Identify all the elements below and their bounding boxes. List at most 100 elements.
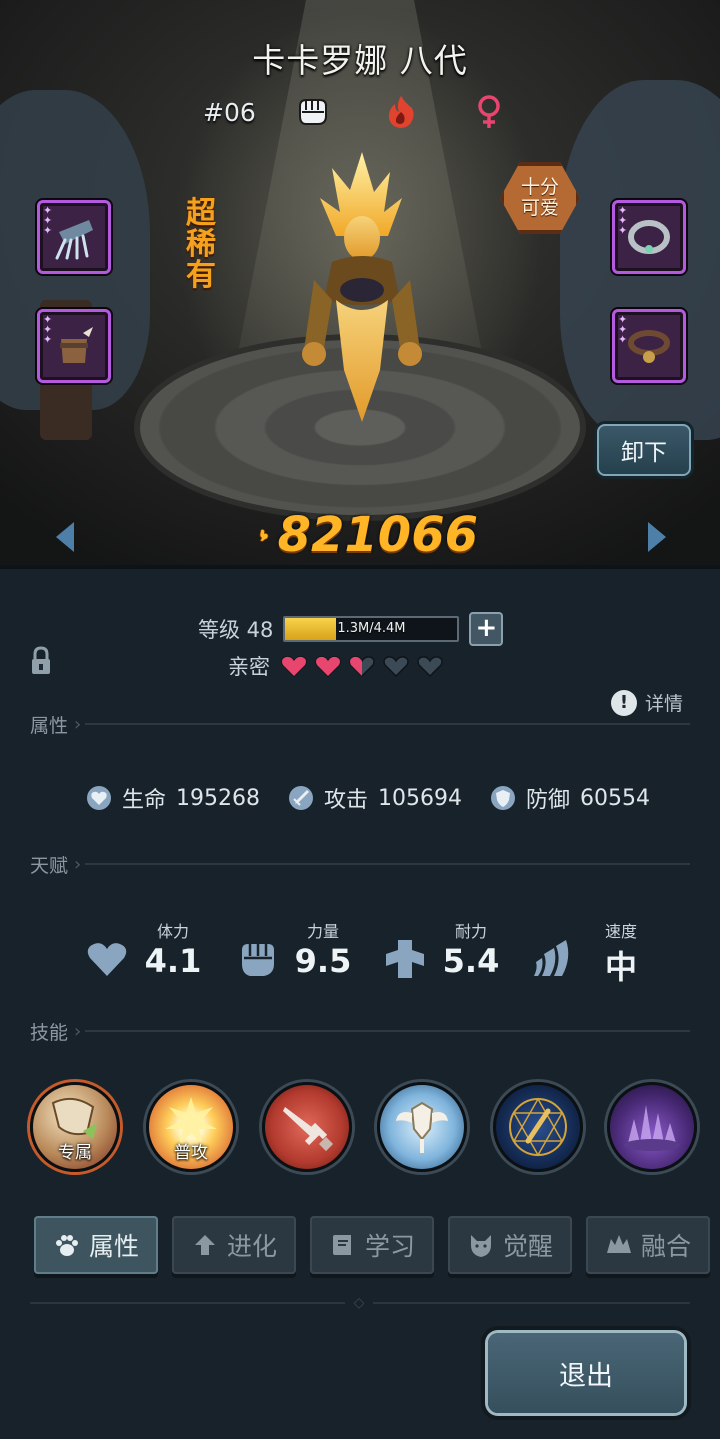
heart-half-icon [349, 656, 375, 677]
attribute-stats: 生命 195268 攻击 105694 防御 60554 [86, 780, 706, 816]
rank-stars: ✦ ✦ ✦ [43, 313, 53, 346]
unequip-button[interactable]: 卸下 [597, 424, 691, 476]
power-flex-icon [259, 528, 269, 542]
stat-value: 105694 [378, 785, 462, 811]
equip-slot-accessory[interactable]: ✦ ✦ ✦ [612, 200, 686, 274]
shadow-spikes-skill-icon [624, 1105, 680, 1151]
level-label: 等级 48 [198, 618, 274, 642]
talent-strength: 力量 9.5 [234, 916, 374, 986]
hero-name: 卡卡罗娜 八代 [252, 41, 468, 80]
next-hero-arrow-icon[interactable] [644, 520, 670, 554]
talent-label: 力量 [306, 922, 339, 941]
stat-hp: 生命 195268 [86, 782, 260, 814]
heart-icon [87, 943, 127, 976]
fire-element-icon[interactable] [381, 92, 421, 132]
fist-icon [242, 944, 274, 976]
winged-shield-skill-icon [396, 1101, 448, 1153]
heart-empty-icon [383, 656, 409, 677]
tab-label: 融合 [640, 1232, 691, 1261]
rarity-text: 超 稀 有 [186, 196, 216, 293]
divider-ornament-icon: ◇ [345, 1295, 373, 1311]
xp-bar: 1.3M/4.4M [283, 616, 460, 642]
level-up-plus-button[interactable]: + [469, 612, 504, 646]
talent-value: 4.1 [144, 942, 202, 980]
wing-icon [534, 940, 569, 976]
talent-speed: 速度 中 [532, 916, 672, 986]
hero-figure[interactable] [292, 150, 432, 430]
rank-stars: ✦ ✦ ✦ [618, 313, 628, 346]
skill-shadow-spikes[interactable] [607, 1082, 697, 1172]
section-label: 属性 [30, 714, 69, 737]
trait-badge-text: 十分 可爱 [520, 176, 559, 219]
section-divider [85, 863, 690, 865]
book-icon [332, 1235, 351, 1255]
skill-tag: 专属 [58, 1143, 92, 1163]
spiked-helmet-icon [60, 327, 93, 363]
bottom-tab-bar: 属性 进化 学习 觉醒 融合 [30, 1216, 710, 1278]
stat-value: 195268 [176, 785, 260, 811]
lock-icon[interactable] [30, 646, 52, 676]
rank-stars: ✦ ✦ ✦ [618, 204, 628, 237]
female-gender-icon [469, 92, 509, 132]
skill-exclusive[interactable]: 专属 [30, 1082, 120, 1172]
stat-label: 生命 [122, 788, 167, 813]
beast-icon [606, 1235, 631, 1253]
previous-hero-arrow-icon[interactable] [52, 520, 78, 554]
power-value: 821066 [277, 507, 478, 563]
chevron-right-icon: › [74, 713, 82, 735]
tab-fusion[interactable]: 融合 [586, 1216, 710, 1274]
skill-winged-shield[interactable] [377, 1082, 467, 1172]
skill-tag: 普攻 [174, 1143, 208, 1163]
skill-sword[interactable] [262, 1082, 352, 1172]
hero-scene: 卡卡罗娜 八代 #06 超 稀 有 十分 可爱 ✦ ✦ ✦ ✦ ✦ ✦ ✦ ✦ ✦ ✦ ✦ ✦ … [0, 0, 720, 565]
stat-value: 60554 [580, 785, 651, 811]
talent-endurance: 耐力 5.4 [382, 916, 522, 986]
section-label: 天赋 [30, 854, 69, 877]
xp-text: 1.3M/4.4M [337, 621, 406, 636]
section-label: 技能 [30, 1021, 69, 1044]
equip-slot-charm[interactable]: ✦ ✦ ✦ [612, 309, 686, 383]
heart-full-icon [281, 656, 307, 677]
rank-stars: ✦ ✦ ✦ [43, 204, 53, 237]
stat-defense: 防御 60554 [490, 782, 650, 814]
equip-slot-armor[interactable]: ✦ ✦ ✦ [37, 309, 111, 383]
section-attributes: 属性 › [30, 712, 690, 737]
skill-rune-circle[interactable] [493, 1082, 583, 1172]
stat-label: 防御 [526, 788, 571, 813]
talent-value: 中 [604, 948, 637, 986]
class-fist-icon[interactable] [292, 92, 332, 132]
talent-stats: 体力 4.1 力量 9.5 耐力 5.4 速度 中 [80, 916, 680, 986]
tab-label: 学习 [364, 1232, 415, 1261]
heart-full-icon [315, 656, 341, 677]
tab-evolution[interactable]: 进化 [172, 1216, 296, 1274]
stat-attack: 攻击 105694 [288, 782, 462, 814]
tab-awaken[interactable]: 觉醒 [448, 1216, 572, 1274]
paw-icon [55, 1235, 78, 1256]
talent-label: 耐力 [454, 922, 487, 941]
bell-collar-icon [628, 330, 670, 363]
hero-number: #06 [203, 98, 256, 127]
level-row: 等级 48 1.3M/4.4M + [198, 612, 504, 646]
combat-power: 821066 [258, 505, 478, 565]
heart-empty-icon [417, 656, 443, 677]
panel-border [0, 565, 720, 569]
rune-circle-skill-icon [509, 1097, 567, 1157]
stat-label: 攻击 [324, 788, 369, 813]
skill-basic-attack[interactable]: 普攻 [146, 1082, 236, 1172]
section-skills: 技能 › [30, 1019, 690, 1044]
muscle-icon [386, 940, 424, 978]
claw-gauntlet-icon [55, 220, 93, 260]
chevron-right-icon: › [74, 853, 82, 875]
tab-label: 属性 [88, 1232, 139, 1261]
intimacy-row: 亲密 [228, 652, 444, 680]
tab-learning[interactable]: 学习 [310, 1216, 434, 1274]
talent-stamina: 体力 4.1 [84, 916, 224, 986]
heart-shield-icon [87, 786, 111, 810]
exit-button[interactable]: 退出 [488, 1333, 684, 1413]
equip-slot-weapon[interactable]: ✦ ✦ ✦ [37, 200, 111, 274]
tab-attributes[interactable]: 属性 [34, 1216, 158, 1274]
rarity-label: 超 稀 有 [183, 198, 219, 291]
arrow-up-icon [194, 1235, 215, 1255]
collar-icon [628, 220, 670, 254]
talent-label: 速度 [604, 922, 637, 941]
